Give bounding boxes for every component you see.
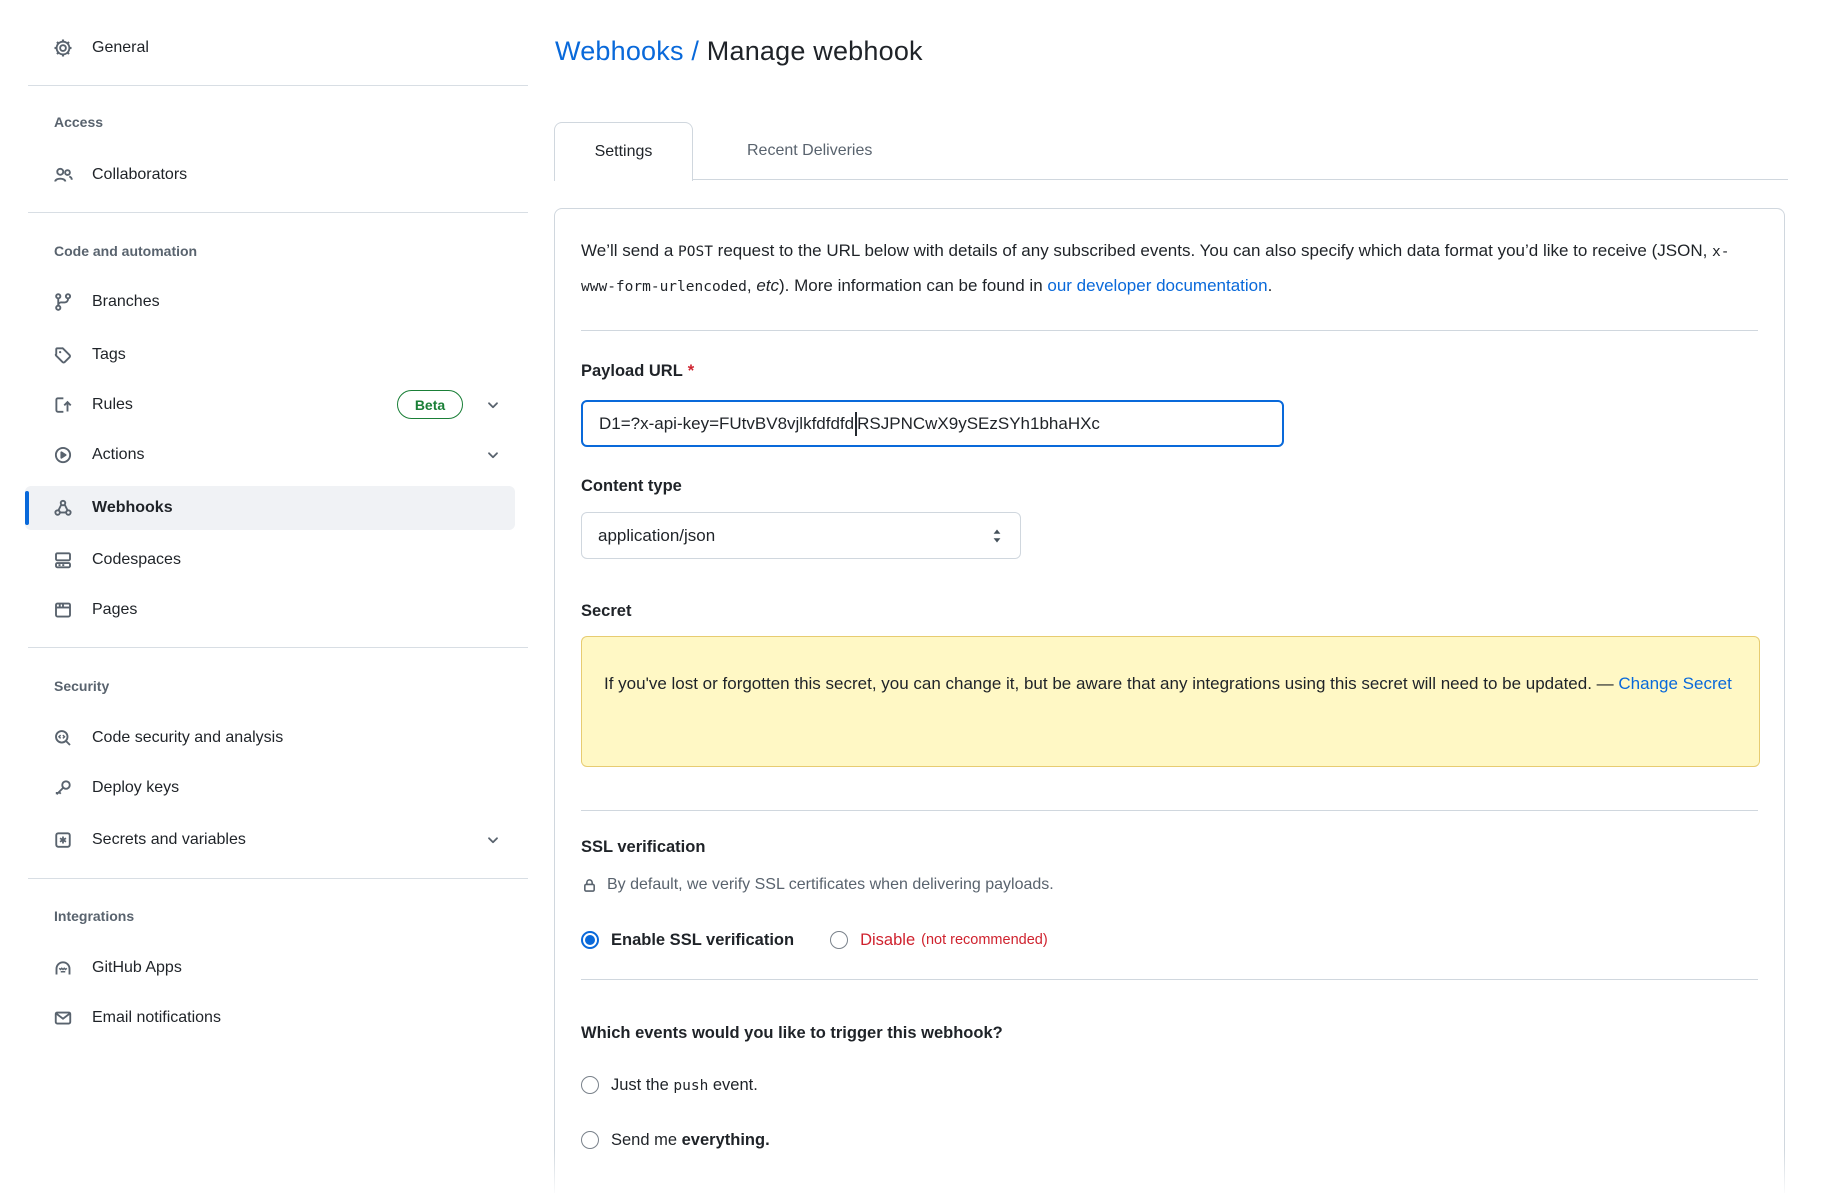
hubot-icon xyxy=(53,958,73,978)
sidebar-item-deploy-keys[interactable]: Deploy keys xyxy=(25,766,515,810)
secret-label: Secret xyxy=(581,602,1758,624)
sidebar-item-label: Code security and analysis xyxy=(92,729,283,747)
send-everything-label[interactable]: Send me everything. xyxy=(611,1131,770,1150)
sidebar-divider xyxy=(28,647,528,648)
content-type-label: Content type xyxy=(581,477,1758,499)
tag-icon xyxy=(53,345,73,365)
sidebar-item-label: GitHub Apps xyxy=(92,959,182,977)
sidebar-section-security: Security xyxy=(54,678,109,694)
disable-ssl-radio[interactable] xyxy=(830,931,848,949)
intro-text: We’ll send a POST request to the URL bel… xyxy=(581,234,1758,304)
section-divider xyxy=(581,979,1758,980)
sidebar-item-tags[interactable]: Tags xyxy=(25,333,515,377)
sidebar-item-codespaces[interactable]: Codespaces xyxy=(25,538,515,582)
ssl-verification-heading: SSL verification xyxy=(581,838,1758,860)
sidebar-section-code-automation: Code and automation xyxy=(54,243,197,259)
sidebar-item-collaborators[interactable]: Collaborators xyxy=(25,153,515,197)
lock-icon xyxy=(581,877,598,894)
sidebar-item-label: Deploy keys xyxy=(92,779,179,797)
sidebar-item-rules[interactable]: Rules Beta xyxy=(25,383,515,427)
chevron-down-icon[interactable] xyxy=(485,397,501,413)
sidebar-divider xyxy=(28,878,528,879)
event-everything-row: Send me everything. xyxy=(581,1129,1758,1151)
tab-settings[interactable]: Settings xyxy=(554,122,693,181)
sidebar-section-integrations: Integrations xyxy=(54,908,134,924)
push-code: push xyxy=(673,1078,708,1094)
sidebar-item-branches[interactable]: Branches xyxy=(25,280,515,324)
page-title-current: Manage webhook xyxy=(707,36,923,66)
play-circle-icon xyxy=(53,445,73,465)
sidebar-item-label: General xyxy=(92,39,149,57)
sidebar-item-secrets-variables[interactable]: Secrets and variables xyxy=(25,818,515,862)
codespaces-icon xyxy=(53,550,73,570)
sidebar-item-label: Tags xyxy=(92,346,126,364)
beta-badge: Beta xyxy=(397,390,463,419)
sidebar-divider xyxy=(28,85,528,86)
sidebar-item-label: Actions xyxy=(92,446,144,464)
sidebar-item-label: Secrets and variables xyxy=(92,831,246,849)
rules-icon xyxy=(53,395,73,415)
just-push-radio[interactable] xyxy=(581,1076,599,1094)
tab-bar: Settings Recent Deliveries xyxy=(554,122,1788,180)
sidebar-divider xyxy=(28,212,528,213)
send-everything-radio[interactable] xyxy=(581,1131,599,1149)
section-divider xyxy=(581,330,1758,331)
content-type-select[interactable]: application/json xyxy=(581,512,1021,559)
payload-url-input[interactable]: D1=?x-api-key=FUtvBV8vjlkfdfdfdRSJPNCwX9… xyxy=(581,400,1284,447)
just-push-label[interactable]: Just the push event. xyxy=(611,1076,758,1095)
sidebar-item-general[interactable]: General xyxy=(25,26,515,70)
git-branch-icon xyxy=(53,292,73,312)
code-scan-icon xyxy=(53,728,73,748)
select-arrows-icon xyxy=(990,527,1004,545)
sidebar-item-label: Codespaces xyxy=(92,551,181,569)
enable-ssl-radio[interactable] xyxy=(581,931,599,949)
enable-ssl-label[interactable]: Enable SSL verification xyxy=(611,931,794,950)
sidebar-item-github-apps[interactable]: GitHub Apps xyxy=(25,946,515,990)
breadcrumb-separator: / xyxy=(684,36,707,66)
sidebar-item-label: Collaborators xyxy=(92,166,187,184)
events-heading: Which events would you like to trigger t… xyxy=(581,1024,1758,1046)
developer-docs-link[interactable]: our developer documentation xyxy=(1047,276,1267,295)
sidebar-item-email-notifications[interactable]: Email notifications xyxy=(25,996,515,1040)
post-code: POST xyxy=(678,244,713,260)
ssl-radio-row: Enable SSL verification Disable (not rec… xyxy=(581,929,1758,951)
sidebar-item-label: Branches xyxy=(92,293,160,311)
webhook-settings-page: General Access Collaborators Code and au… xyxy=(0,0,1825,1193)
webhook-settings-panel: We’ll send a POST request to the URL bel… xyxy=(554,208,1785,1193)
chevron-down-icon[interactable] xyxy=(485,447,501,463)
section-divider xyxy=(581,810,1758,811)
secret-warning-box: If you've lost or forgotten this secret,… xyxy=(581,636,1760,767)
gear-icon xyxy=(53,38,73,58)
payload-url-label: Payload URL* xyxy=(581,362,1758,384)
page-title: Webhooks / Manage webhook xyxy=(555,36,923,67)
people-icon xyxy=(53,165,73,185)
webhook-icon xyxy=(53,498,73,518)
browser-icon xyxy=(53,600,73,620)
sidebar-item-code-security[interactable]: Code security and analysis xyxy=(25,716,515,760)
required-asterisk: * xyxy=(688,362,694,380)
disable-ssl-note: (not recommended) xyxy=(921,932,1048,948)
ssl-note: By default, we verify SSL certificates w… xyxy=(581,875,1758,895)
asterisk-box-icon xyxy=(53,830,73,850)
sidebar-item-actions[interactable]: Actions xyxy=(25,433,515,477)
settings-sidebar: General Access Collaborators Code and au… xyxy=(0,0,554,1193)
event-just-push-row: Just the push event. xyxy=(581,1074,1758,1096)
key-icon xyxy=(53,778,73,798)
sidebar-item-webhooks[interactable]: Webhooks xyxy=(25,486,515,530)
content-type-value: application/json xyxy=(598,526,715,546)
sidebar-section-access: Access xyxy=(54,114,103,130)
breadcrumb-webhooks-link[interactable]: Webhooks / xyxy=(555,36,707,66)
change-secret-link[interactable]: Change Secret xyxy=(1618,674,1731,693)
sidebar-item-label: Rules xyxy=(92,396,133,414)
sidebar-item-pages[interactable]: Pages xyxy=(25,588,515,632)
sidebar-item-label: Webhooks xyxy=(92,499,173,517)
sidebar-item-label: Pages xyxy=(92,601,137,619)
chevron-down-icon[interactable] xyxy=(485,832,501,848)
mail-icon xyxy=(53,1008,73,1028)
disable-ssl-label[interactable]: Disable xyxy=(860,931,915,950)
sidebar-item-label: Email notifications xyxy=(92,1009,221,1027)
tab-recent-deliveries[interactable]: Recent Deliveries xyxy=(719,122,900,180)
